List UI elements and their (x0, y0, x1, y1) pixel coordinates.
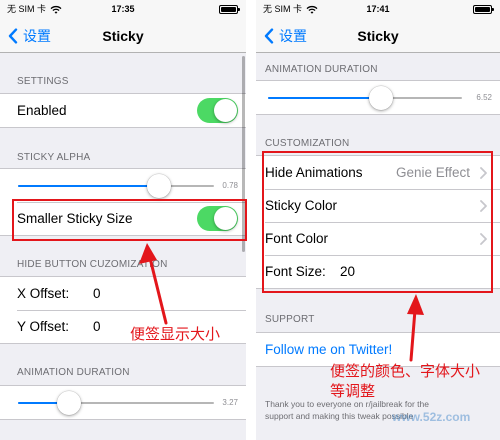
slider-thumb[interactable] (368, 86, 393, 110)
x-offset-label: X Offset: (17, 286, 70, 301)
page-title: Sticky (102, 28, 144, 44)
annotation-right-line-1: 便签的颜色、字体大小 (330, 363, 481, 380)
page-title: Sticky (357, 28, 399, 44)
sticky-alpha-value: 0.78 (222, 181, 238, 190)
row-animation-duration-slider: 6.52 (256, 81, 500, 114)
enabled-toggle[interactable] (197, 98, 238, 123)
highlight-box-smaller-sticky (12, 199, 247, 241)
section-header-sticky-alpha: STICKY ALPHA (17, 152, 91, 163)
row-enabled: Enabled (0, 94, 246, 127)
animation-duration-slider[interactable] (18, 391, 214, 415)
row-sticky-alpha-slider: 0.78 (0, 169, 246, 202)
row-x-offset[interactable]: X Offset: 0 (0, 277, 246, 310)
clock: 17:35 (111, 4, 135, 14)
battery-level (475, 7, 490, 12)
row-animation-duration-slider: 3.27 (0, 386, 246, 419)
group-settings: Enabled (0, 93, 246, 128)
animation-duration-value: 3.27 (222, 398, 238, 407)
battery-icon (219, 5, 240, 14)
y-offset-label: Y Offset: (17, 319, 70, 334)
slider-fill (18, 185, 160, 187)
sticky-alpha-slider[interactable] (18, 174, 214, 198)
group-animation-duration: 3.27 (0, 385, 246, 420)
status-bar: 无 SIM 卡 17:41 (256, 0, 500, 20)
watermark: www.52z.com (392, 410, 471, 424)
slider-thumb[interactable] (147, 174, 172, 198)
section-header-customization: CUSTOMIZATION (265, 138, 350, 149)
navigation-bar: 设置 Sticky (0, 20, 246, 53)
clock: 17:41 (366, 4, 390, 14)
section-header-animation-duration: ANIMATION DURATION (17, 367, 130, 378)
x-offset-field[interactable]: 0 (93, 277, 101, 310)
highlight-box-customization (262, 151, 493, 293)
battery-level (221, 7, 236, 12)
annotation-left: 便签显示大小 (130, 326, 221, 343)
navigation-bar: 设置 Sticky (256, 20, 500, 53)
y-offset-field[interactable]: 0 (93, 310, 101, 343)
section-header-animation-duration: ANIMATION DURATION (265, 64, 378, 75)
animation-duration-value: 6.52 (476, 93, 492, 102)
annotation-right-line-2: 等调整 (330, 383, 376, 400)
animation-duration-slider[interactable] (268, 86, 462, 110)
section-header-hide-button: HIDE BUTTON CUZOMIZATION (17, 259, 168, 270)
toggle-knob[interactable] (214, 99, 237, 122)
canvas: 无 SIM 卡 17:35 设置 Sticky SETTINGS Enabled… (0, 0, 500, 440)
enabled-label: Enabled (17, 103, 67, 118)
group-animation-duration: 6.52 (256, 80, 500, 115)
section-header-support: SUPPORT (265, 314, 315, 325)
battery-icon (473, 5, 494, 14)
status-bar: 无 SIM 卡 17:35 (0, 0, 246, 20)
section-header-settings: SETTINGS (17, 76, 69, 87)
slider-thumb[interactable] (56, 391, 81, 415)
slider-fill (268, 97, 381, 99)
